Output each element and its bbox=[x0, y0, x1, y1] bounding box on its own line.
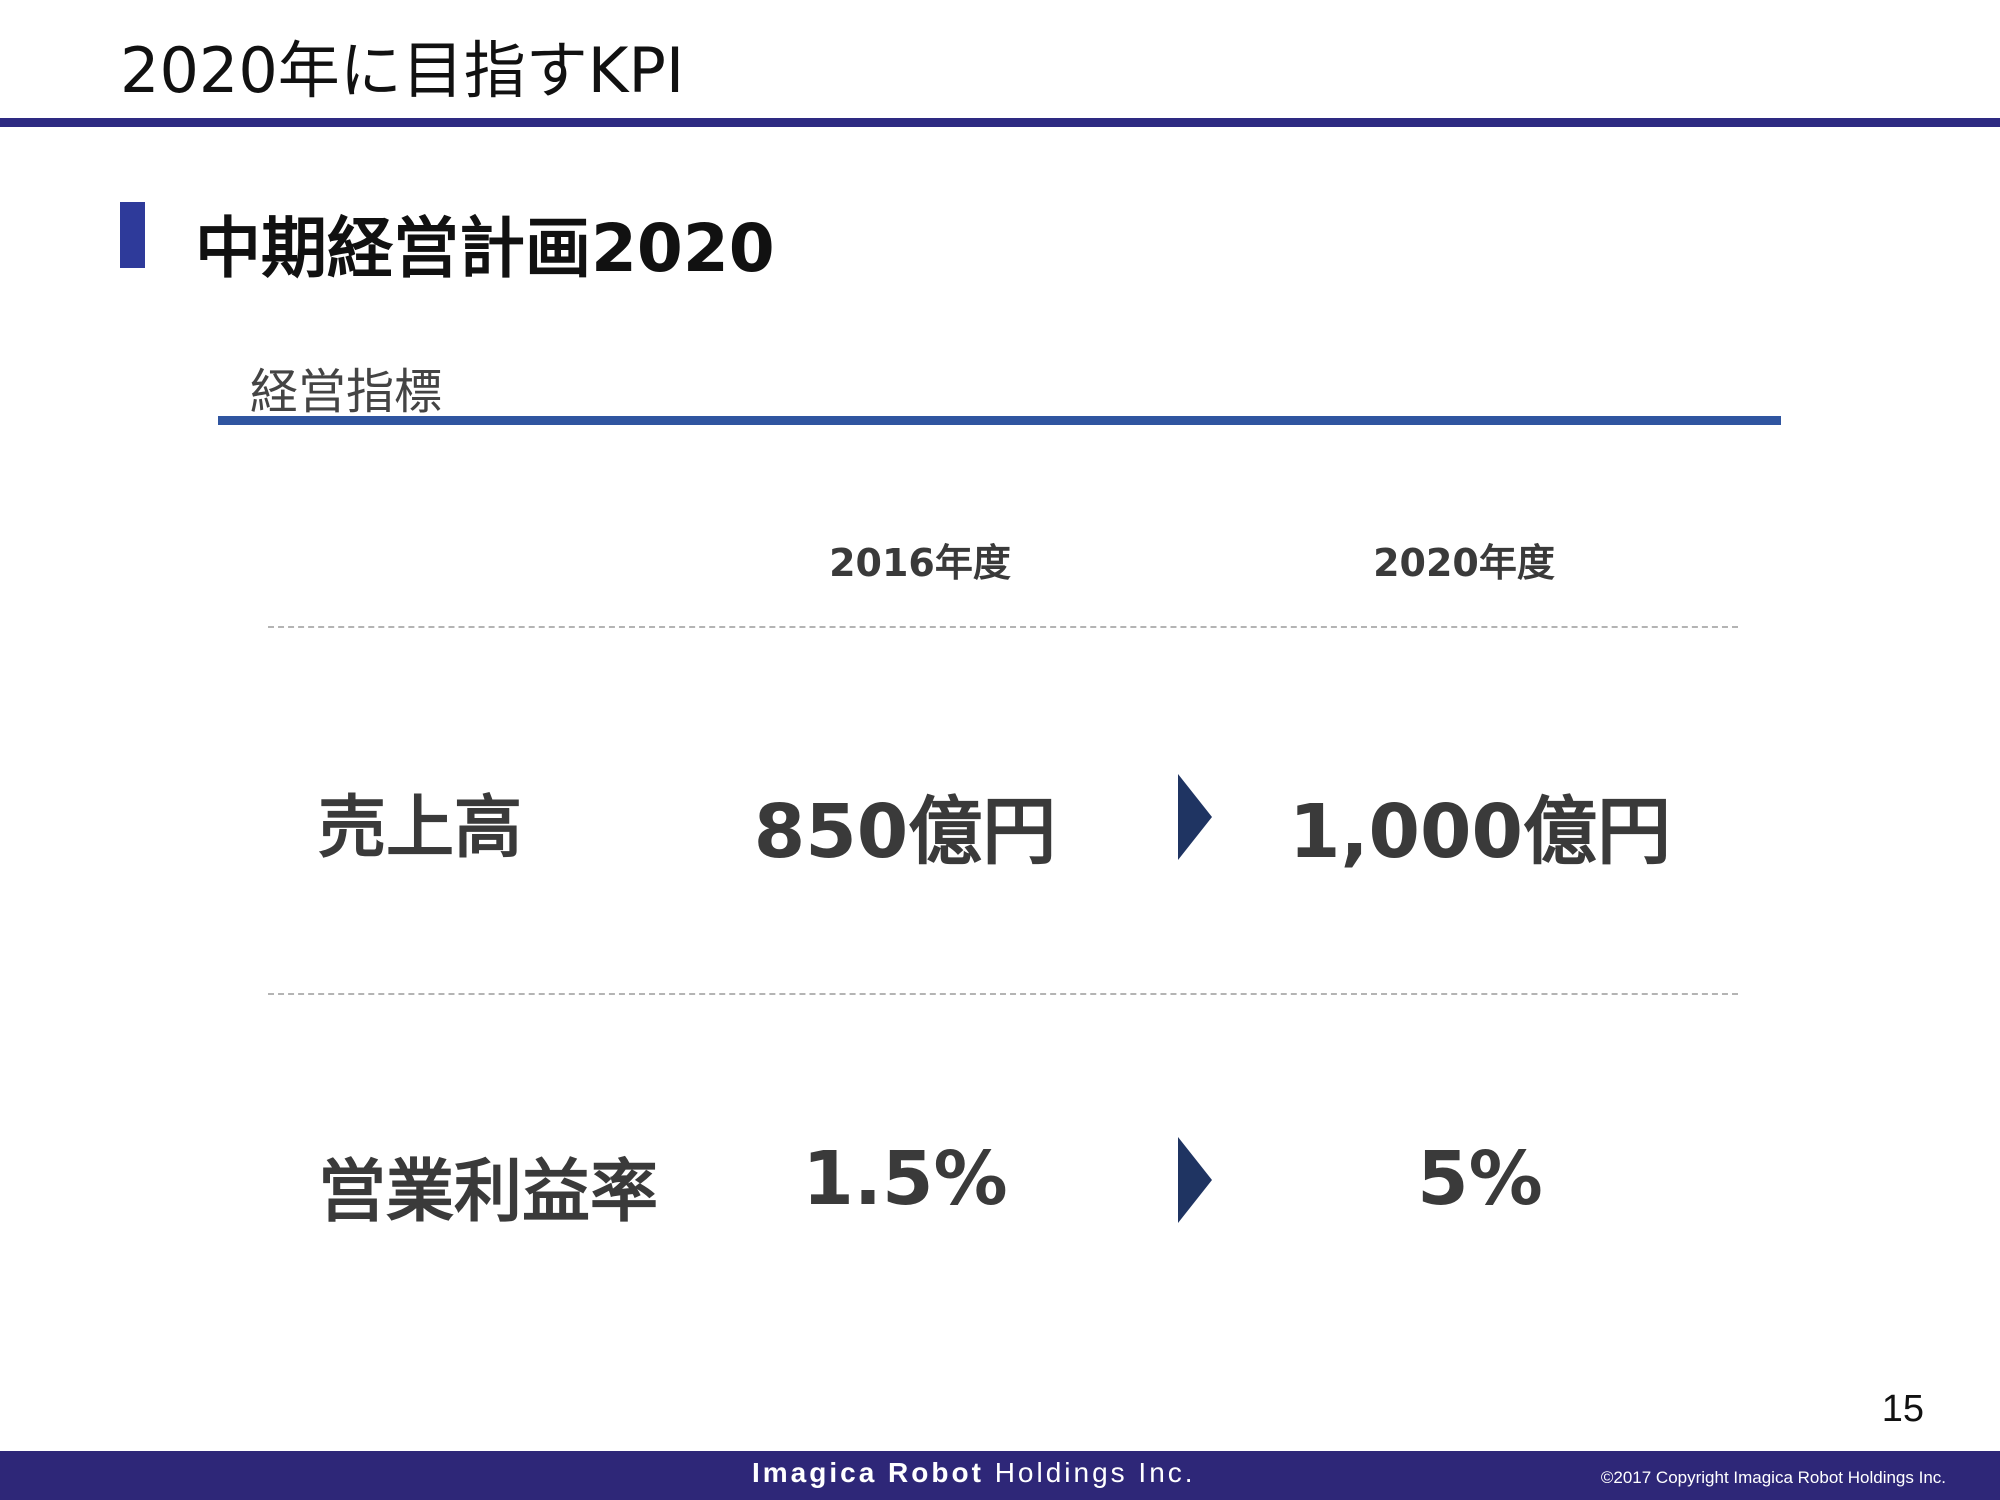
section-marker bbox=[120, 202, 145, 268]
footer-company-name: Imagica Robot Holdings Inc. bbox=[752, 1457, 1196, 1489]
kpi-label-sales: 売上高 bbox=[318, 789, 523, 868]
footer-copyright: ©2017 Copyright Imagica Robot Holdings I… bbox=[1600, 1468, 1946, 1487]
section-heading: 中期経営計画2020 bbox=[195, 210, 775, 287]
arrow-right-icon bbox=[1178, 774, 1212, 860]
title-divider bbox=[0, 118, 2000, 127]
kpi-margin-2016: 1.5% bbox=[802, 1136, 1008, 1222]
arrow-right-icon bbox=[1178, 1137, 1212, 1223]
kpi-margin-2020: 5% bbox=[1417, 1136, 1543, 1222]
column-header-2016: 2016年度 bbox=[829, 541, 1011, 585]
kpi-sales-2016: 850億円 bbox=[753, 789, 1057, 875]
page-number: 15 bbox=[1881, 1388, 1924, 1430]
row-divider bbox=[268, 626, 1738, 628]
subsection-label: 経営指標 bbox=[250, 364, 443, 420]
subsection-divider bbox=[218, 416, 1781, 425]
kpi-sales-2020: 1,000億円 bbox=[1288, 789, 1672, 875]
kpi-label-operating-margin: 営業利益率 bbox=[318, 1153, 659, 1232]
slide-title: 2020年に目指すKPI bbox=[120, 34, 685, 107]
row-divider bbox=[268, 993, 1738, 995]
footer-company-rest: Holdings Inc. bbox=[983, 1457, 1196, 1488]
column-header-2020: 2020年度 bbox=[1373, 541, 1555, 585]
footer-company-bold: Imagica Robot bbox=[752, 1457, 984, 1488]
